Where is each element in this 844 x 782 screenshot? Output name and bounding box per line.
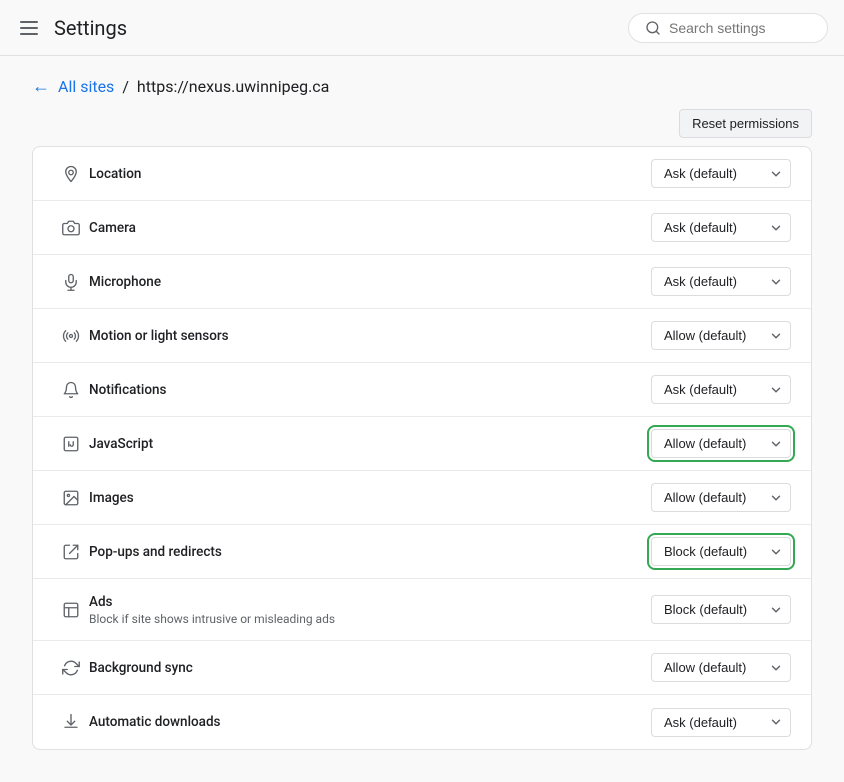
breadcrumb-separator: / <box>122 77 129 96</box>
permission-row-automatic-downloads: Automatic downloads Ask (default) <box>33 695 811 749</box>
permission-row-location: Location Ask (default) <box>33 147 811 201</box>
breadcrumb-current-site: https://nexus.uwinnipeg.ca <box>137 77 329 96</box>
select-wrapper-location: Ask (default) <box>651 159 791 188</box>
permission-label-ads: Ads <box>89 594 651 610</box>
permission-label-images: Images <box>89 490 651 506</box>
select-wrapper-popups: Block (default) <box>651 537 791 566</box>
permission-select-location[interactable]: Ask (default) <box>651 159 791 188</box>
permission-label-javascript: JavaScript <box>89 436 651 452</box>
microphone-icon <box>53 273 89 291</box>
downloads-icon <box>53 713 89 731</box>
permission-row-images: Images Allow (default) <box>33 471 811 525</box>
permission-label-wrap-automatic-downloads: Automatic downloads <box>89 714 651 730</box>
permission-select-ads[interactable]: Block (default) <box>651 595 791 624</box>
permission-select-motion-sensors[interactable]: Allow (default) <box>651 321 791 350</box>
javascript-icon <box>53 435 89 453</box>
search-icon <box>645 20 661 36</box>
back-button[interactable]: ← <box>32 76 50 97</box>
permission-row-popups: Pop-ups and redirects Block (default) <box>33 525 811 579</box>
select-wrapper-notifications: Ask (default) <box>651 375 791 404</box>
permission-label-automatic-downloads: Automatic downloads <box>89 714 651 730</box>
permission-label-notifications: Notifications <box>89 382 651 398</box>
permission-label-wrap-images: Images <box>89 490 651 506</box>
permission-label-camera: Camera <box>89 220 651 236</box>
select-wrapper-automatic-downloads: Ask (default) <box>651 708 791 737</box>
sync-icon <box>53 659 89 677</box>
permission-select-automatic-downloads[interactable]: Ask (default) <box>651 708 791 737</box>
select-wrapper-javascript: Allow (default) <box>651 429 791 458</box>
permission-select-popups[interactable]: Block (default) <box>651 537 791 566</box>
notifications-icon <box>53 381 89 399</box>
permission-label-wrap-camera: Camera <box>89 220 651 236</box>
permission-row-camera: Camera Ask (default) <box>33 201 811 255</box>
permission-label-wrap-background-sync: Background sync <box>89 660 651 676</box>
select-wrapper-motion-sensors: Allow (default) <box>651 321 791 350</box>
header: Settings <box>0 0 844 56</box>
permission-label-wrap-ads: Ads Block if site shows intrusive or mis… <box>89 594 651 626</box>
select-wrapper-background-sync: Allow (default) <box>651 653 791 682</box>
permission-label-location: Location <box>89 166 651 182</box>
reset-permissions-row: Reset permissions <box>32 109 812 138</box>
page-title: Settings <box>54 16 127 40</box>
images-icon <box>53 489 89 507</box>
permission-select-notifications[interactable]: Ask (default) <box>651 375 791 404</box>
reset-permissions-button[interactable]: Reset permissions <box>679 109 812 138</box>
permission-label-wrap-javascript: JavaScript <box>89 436 651 452</box>
permission-select-images[interactable]: Allow (default) <box>651 483 791 512</box>
breadcrumb: ← All sites / https://nexus.uwinnipeg.ca <box>0 56 844 109</box>
permission-label-wrap-location: Location <box>89 166 651 182</box>
select-wrapper-camera: Ask (default) <box>651 213 791 242</box>
all-sites-link[interactable]: All sites <box>58 77 114 96</box>
select-wrapper-microphone: Ask (default) <box>651 267 791 296</box>
hamburger-menu-icon[interactable] <box>16 17 42 39</box>
permission-row-microphone: Microphone Ask (default) <box>33 255 811 309</box>
permission-select-camera[interactable]: Ask (default) <box>651 213 791 242</box>
select-wrapper-images: Allow (default) <box>651 483 791 512</box>
permission-label-microphone: Microphone <box>89 274 651 290</box>
permission-select-microphone[interactable]: Ask (default) <box>651 267 791 296</box>
permission-select-background-sync[interactable]: Allow (default) <box>651 653 791 682</box>
permission-row-ads: Ads Block if site shows intrusive or mis… <box>33 579 811 641</box>
sensors-icon <box>53 327 89 345</box>
permissions-container: Location Ask (default) Camera Ask (defau… <box>32 146 812 750</box>
permission-row-javascript: JavaScript Allow (default) <box>33 417 811 471</box>
location-icon <box>53 165 89 183</box>
camera-icon <box>53 219 89 237</box>
permission-row-motion-sensors: Motion or light sensors Allow (default) <box>33 309 811 363</box>
permission-row-notifications: Notifications Ask (default) <box>33 363 811 417</box>
permission-label-wrap-microphone: Microphone <box>89 274 651 290</box>
main-content: Reset permissions Location Ask (default) <box>0 109 844 782</box>
permission-label-wrap-notifications: Notifications <box>89 382 651 398</box>
permission-label-motion-sensors: Motion or light sensors <box>89 328 651 344</box>
permission-label-wrap-popups: Pop-ups and redirects <box>89 544 651 560</box>
select-wrapper-ads: Block (default) <box>651 595 791 624</box>
permission-row-background-sync: Background sync Allow (default) <box>33 641 811 695</box>
ads-icon <box>53 601 89 619</box>
popups-icon <box>53 543 89 561</box>
permission-select-javascript[interactable]: Allow (default) <box>651 429 791 458</box>
search-box[interactable] <box>628 13 828 43</box>
permission-subtitle-ads: Block if site shows intrusive or mislead… <box>89 612 651 626</box>
permission-label-wrap-motion-sensors: Motion or light sensors <box>89 328 651 344</box>
search-input[interactable] <box>669 20 811 36</box>
permission-label-popups: Pop-ups and redirects <box>89 544 651 560</box>
header-left: Settings <box>16 16 127 40</box>
permission-label-background-sync: Background sync <box>89 660 651 676</box>
